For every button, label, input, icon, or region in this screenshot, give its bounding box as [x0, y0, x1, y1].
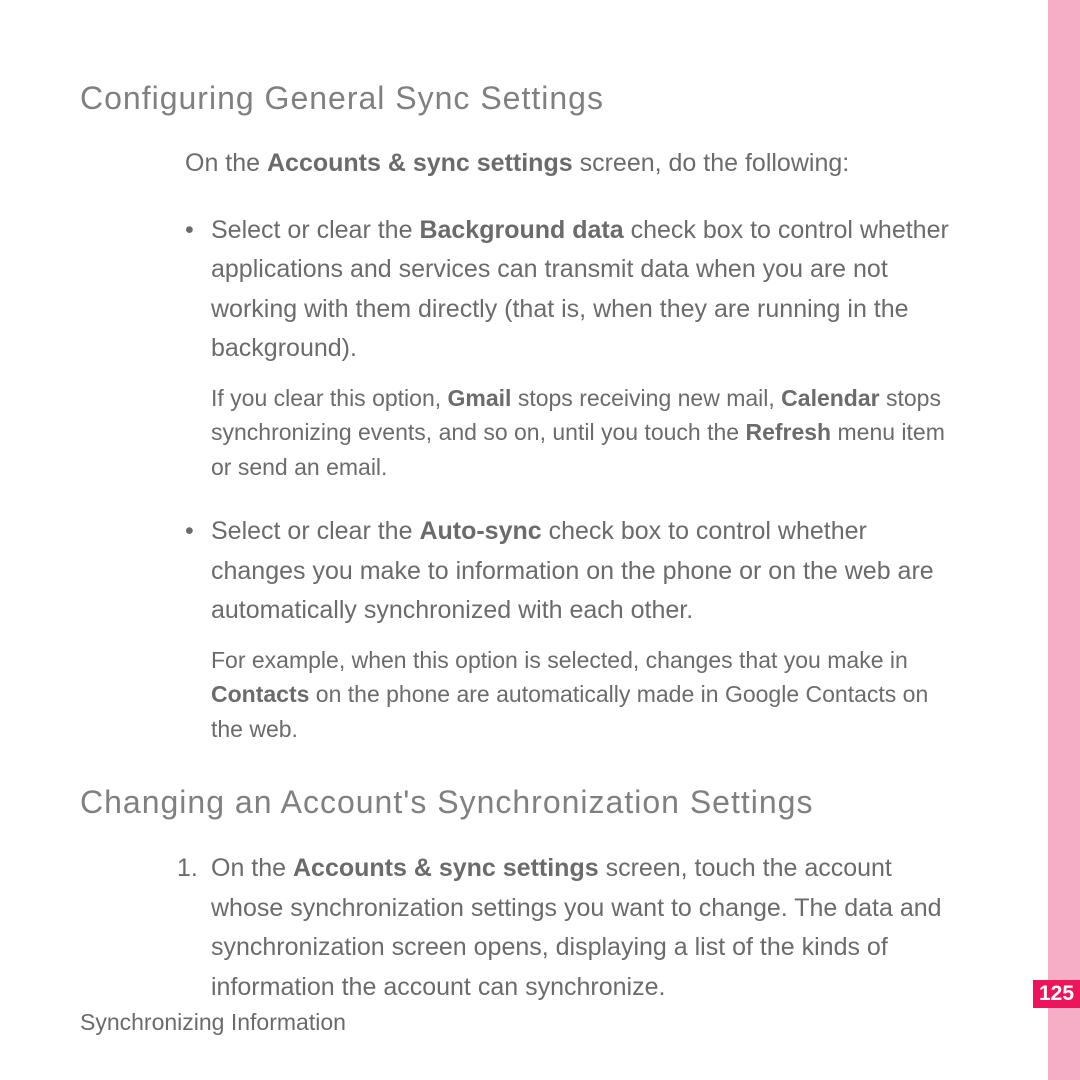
note1-p2: stops receiving new mail, [511, 385, 781, 411]
note1-b3: Refresh [745, 419, 831, 445]
section-changing-account: Changing an Account's Synchronization Se… [80, 784, 950, 1007]
note-contacts: For example, when this option is selecte… [211, 643, 950, 747]
bullet1-b1: Background data [419, 216, 623, 244]
intro-text-prefix: On the [185, 149, 267, 177]
side-accent-bar [1048, 0, 1080, 1080]
numbered-item-1: 1. On the Accounts & sync settings scree… [185, 849, 950, 1007]
bullet2-b1: Auto-sync [419, 517, 541, 545]
note1-p1: If you clear this option, [211, 385, 448, 411]
note-gmail-calendar: If you clear this option, Gmail stops re… [211, 381, 950, 485]
item1-number: 1. [177, 849, 198, 889]
bullet-background-data: Select or clear the Background data chec… [185, 211, 950, 369]
section-heading-changing: Changing an Account's Synchronization Se… [80, 784, 950, 821]
item1-b1: Accounts & sync settings [293, 854, 599, 882]
item1-p1: On the [211, 854, 293, 882]
note2-p1: For example, when this option is selecte… [211, 647, 908, 673]
intro-bold: Accounts & sync settings [267, 149, 573, 177]
bullet1-p1: Select or clear the [211, 216, 419, 244]
intro-paragraph: On the Accounts & sync settings screen, … [185, 145, 950, 183]
note1-b2: Calendar [781, 385, 879, 411]
section-heading-configuring: Configuring General Sync Settings [80, 80, 950, 117]
bullet-auto-sync: Select or clear the Auto-sync check box … [185, 512, 950, 631]
intro-text-suffix: screen, do the following: [573, 149, 850, 177]
page-number-badge: 125 [1033, 980, 1080, 1008]
bullet2-p1: Select or clear the [211, 517, 419, 545]
note2-b1: Contacts [211, 681, 309, 707]
note1-b1: Gmail [448, 385, 512, 411]
footer-label: Synchronizing Information [80, 1009, 346, 1036]
note2-p2: on the phone are automatically made in G… [211, 681, 928, 742]
page-content: Configuring General Sync Settings On the… [0, 0, 1010, 1069]
